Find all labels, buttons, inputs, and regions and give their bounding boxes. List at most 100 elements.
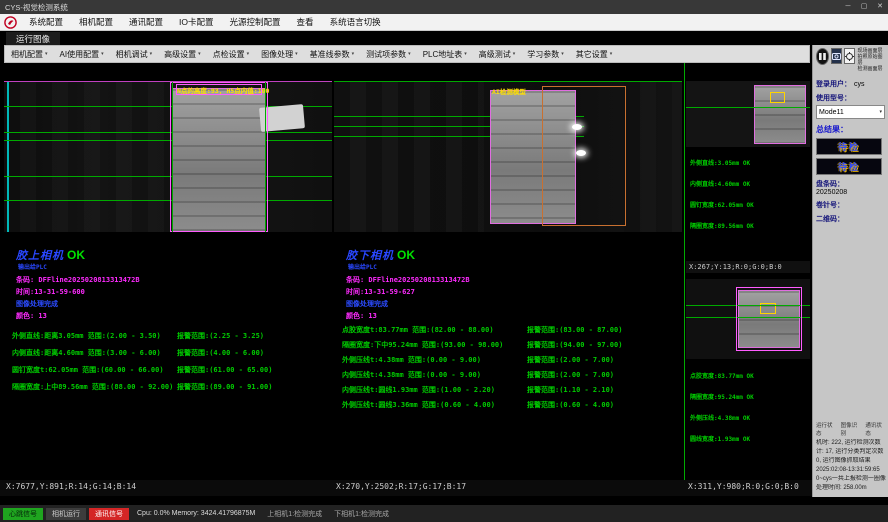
display-option-raw[interactable]: 拍照原始图层 (857, 54, 885, 66)
stat-header: 运行状态 (816, 421, 837, 437)
roi-rect-orange (542, 86, 626, 226)
toolbar-item-image-process[interactable]: 图像处理▾ (255, 49, 304, 60)
led-highlight (576, 150, 586, 156)
chevron-down-icon: ▾ (352, 51, 355, 57)
alarm-range-text: 报警范围:(94.00 - 97.00) (527, 340, 622, 350)
camera2-process-status: 图像处理完成 (346, 299, 470, 309)
camera2-color: 颜色: 13 (346, 311, 470, 321)
maximize-button[interactable]: ▢ (856, 0, 872, 14)
camera2-plc-note: 输出给PLC (348, 262, 377, 271)
green-guide-line (4, 200, 332, 201)
toolbar-item-other-settings[interactable]: 其它设置▾ (570, 49, 619, 60)
toolbar-item-camera-config[interactable]: 相机配置▾ (5, 49, 54, 60)
menu-item-comm-config[interactable]: 通讯配置 (121, 14, 171, 30)
toolbar-item-advanced-test[interactable]: 高级测试▾ (473, 49, 522, 60)
result-row: 隔圈宽度:下中95.24mm 范围:(93.00 - 98.00)报警范围:(9… (342, 340, 680, 350)
toolbar-item-advanced-settings[interactable]: 高级设置▾ (158, 49, 207, 60)
panel-controls: 现场画面层 拍照原始图层 检测画面层 (816, 48, 885, 72)
menu-item-language-switch[interactable]: 系统语言切换 (322, 14, 389, 30)
stat-line: 0~cys一共上报检测一圈像 (816, 475, 886, 484)
cyan-guide-line (7, 82, 9, 232)
camera1-status: OK (67, 248, 85, 262)
camera2-status: OK (397, 248, 415, 262)
model-value: Mode11 (819, 109, 844, 116)
statistics-headers: 运行状态 图像识别 通讯状态 (816, 421, 886, 437)
comm-status-badge: 通讯信号 (89, 508, 129, 520)
total-result-value-upper: 待检 (838, 140, 860, 153)
toolbar-item-ai-config[interactable]: AI使用配置▾ (54, 49, 110, 60)
chevron-down-icon: ▾ (464, 51, 467, 57)
preview1-image[interactable] (686, 81, 810, 147)
measurement-text: 点胶宽度t:83.77mm 范围:(82.00 - 88.00) (342, 325, 527, 335)
measurement-text: 内侧直线:距离4.60mm 范围:(3.00 - 6.00) (12, 348, 177, 358)
chevron-down-icon: ▾ (101, 51, 104, 57)
camera2-view: AI检测模型 胶下相机OK 输出给PLC 条码: DFFline20250208… (334, 63, 682, 480)
camera2-barcode: 条码: DFFline2025020813313472B (346, 275, 470, 285)
menu-item-view[interactable]: 查看 (289, 14, 322, 30)
result-row: 内侧直线:距离4.60mm 范围:(3.00 - 6.00)报警范围:(4.00… (12, 348, 330, 358)
camera1-process-status: 图像处理完成 (16, 299, 140, 309)
result-row: 隔圈宽度:上中89.56mm 范围:(88.00 - 92.00)报警范围:(8… (12, 382, 330, 392)
toolbar-item-label: 高级设置 (164, 49, 196, 60)
result-row: 圆钉宽度t:62.05mm 范围:(60.00 - 66.00)报警范围:(61… (12, 365, 330, 375)
toolbar-item-label: 相机配置 (11, 49, 43, 60)
alarm-range-text: 报警范围:(4.00 - 6.00) (177, 348, 264, 358)
total-result-value-lower: 待检 (838, 160, 860, 173)
green-guide-line (265, 82, 266, 232)
camera1-plc-note: 输出给PLC (18, 262, 47, 271)
status-bar: 心跳信号 相机运行 通讯信号 Cpu: 0.0% Memory: 3424.41… (0, 505, 888, 522)
tab-run-image[interactable]: 运行图像 (6, 32, 60, 46)
menu-item-io-config[interactable]: IO卡配置 (171, 14, 221, 30)
measurement-text: 内侧压线t:4.38mm 范围:(0.00 - 9.00) (342, 370, 527, 380)
machinery-background (4, 82, 170, 232)
preview-result-text: 点胶宽度:83.77mm OK (690, 371, 754, 380)
toolbar-item-spot-check[interactable]: 点检设置▾ (207, 49, 256, 60)
toolbar-item-learn-params[interactable]: 学习参数▾ (521, 49, 570, 60)
menu-item-camera-config[interactable]: 相机配置 (71, 14, 121, 30)
menu-item-light-config[interactable]: 光源控制配置 (222, 14, 289, 30)
toolbar-item-label: 相机调试 (116, 49, 148, 60)
window-controls: ─ ▢ ✕ (840, 0, 888, 14)
preview-result-text: 圆线宽度:1.93mm OK (690, 434, 754, 443)
camera1-color: 颜色: 13 (16, 311, 140, 321)
preview2-image[interactable] (686, 279, 810, 359)
chevron-down-icon: ▾ (879, 109, 882, 115)
minimize-button[interactable]: ─ (840, 0, 856, 14)
image-area: N点的高度:93, H5点内值:100 胶上相机OK 输出给PLC 条码: DF… (0, 63, 812, 497)
alarm-range-text: 报警范围:(0.60 - 4.00) (527, 400, 614, 410)
tray-barcode-label: 盘条码： (816, 179, 885, 189)
green-guide-line (172, 82, 173, 232)
chevron-down-icon: ▾ (408, 51, 411, 57)
chevron-down-icon: ▾ (610, 51, 613, 57)
roi-rect (736, 287, 802, 351)
display-option-result[interactable]: 检测画面层 (857, 66, 885, 72)
chevron-down-icon: ▾ (198, 51, 201, 57)
toolbar-item-test-params[interactable]: 测试项参数▾ (360, 49, 417, 60)
camera-capture-button[interactable] (831, 48, 842, 64)
toolbar-item-label: 高级测试 (479, 49, 511, 60)
camera2-image[interactable]: AI检测模型 (334, 81, 682, 232)
camera1-image[interactable]: N点的高度:93, H5点内值:100 (4, 81, 332, 232)
green-guide-line (686, 107, 810, 108)
led-highlight (572, 124, 582, 130)
preview-result-text: 隔圈宽度:89.56mm OK (690, 221, 754, 230)
preview1-results: 外侧直线:3.05mm OK 内侧直线:4.60mm OK 圆钉宽度:62.05… (690, 158, 754, 230)
close-button[interactable]: ✕ (872, 0, 888, 14)
upper-camera-status-text: 上相机1:检测完成 (267, 509, 322, 519)
chevron-down-icon: ▾ (150, 51, 153, 57)
camera1-results: 外侧直线:距离3.05mm 范围:(2.00 - 3.50)报警范围:(2.25… (12, 331, 330, 392)
preview1-coordinates: X:267;Y:13;R:0;G:0;B:0 (686, 261, 810, 273)
toolbar-item-camera-debug[interactable]: 相机调试▾ (110, 49, 159, 60)
stat-header: 图像识别 (841, 421, 862, 437)
chevron-down-icon: ▾ (247, 51, 250, 57)
camera1-coordinates: X:7677,Y:891;R:14;G:14;B:14 (6, 482, 136, 491)
model-select[interactable]: Mode11 ▾ (816, 105, 885, 119)
pause-button[interactable] (816, 48, 829, 65)
toolbar-item-baseline-params[interactable]: 基准线参数▾ (304, 49, 361, 60)
qr-code-label: 二维码： (816, 214, 885, 224)
target-button[interactable] (844, 48, 855, 64)
toolbar-item-plc-address[interactable]: PLC地址表▾ (417, 49, 473, 60)
stat-header: 通讯状态 (865, 421, 886, 437)
menu-item-system-config[interactable]: 系统配置 (21, 14, 71, 30)
machinery-background (334, 82, 484, 232)
